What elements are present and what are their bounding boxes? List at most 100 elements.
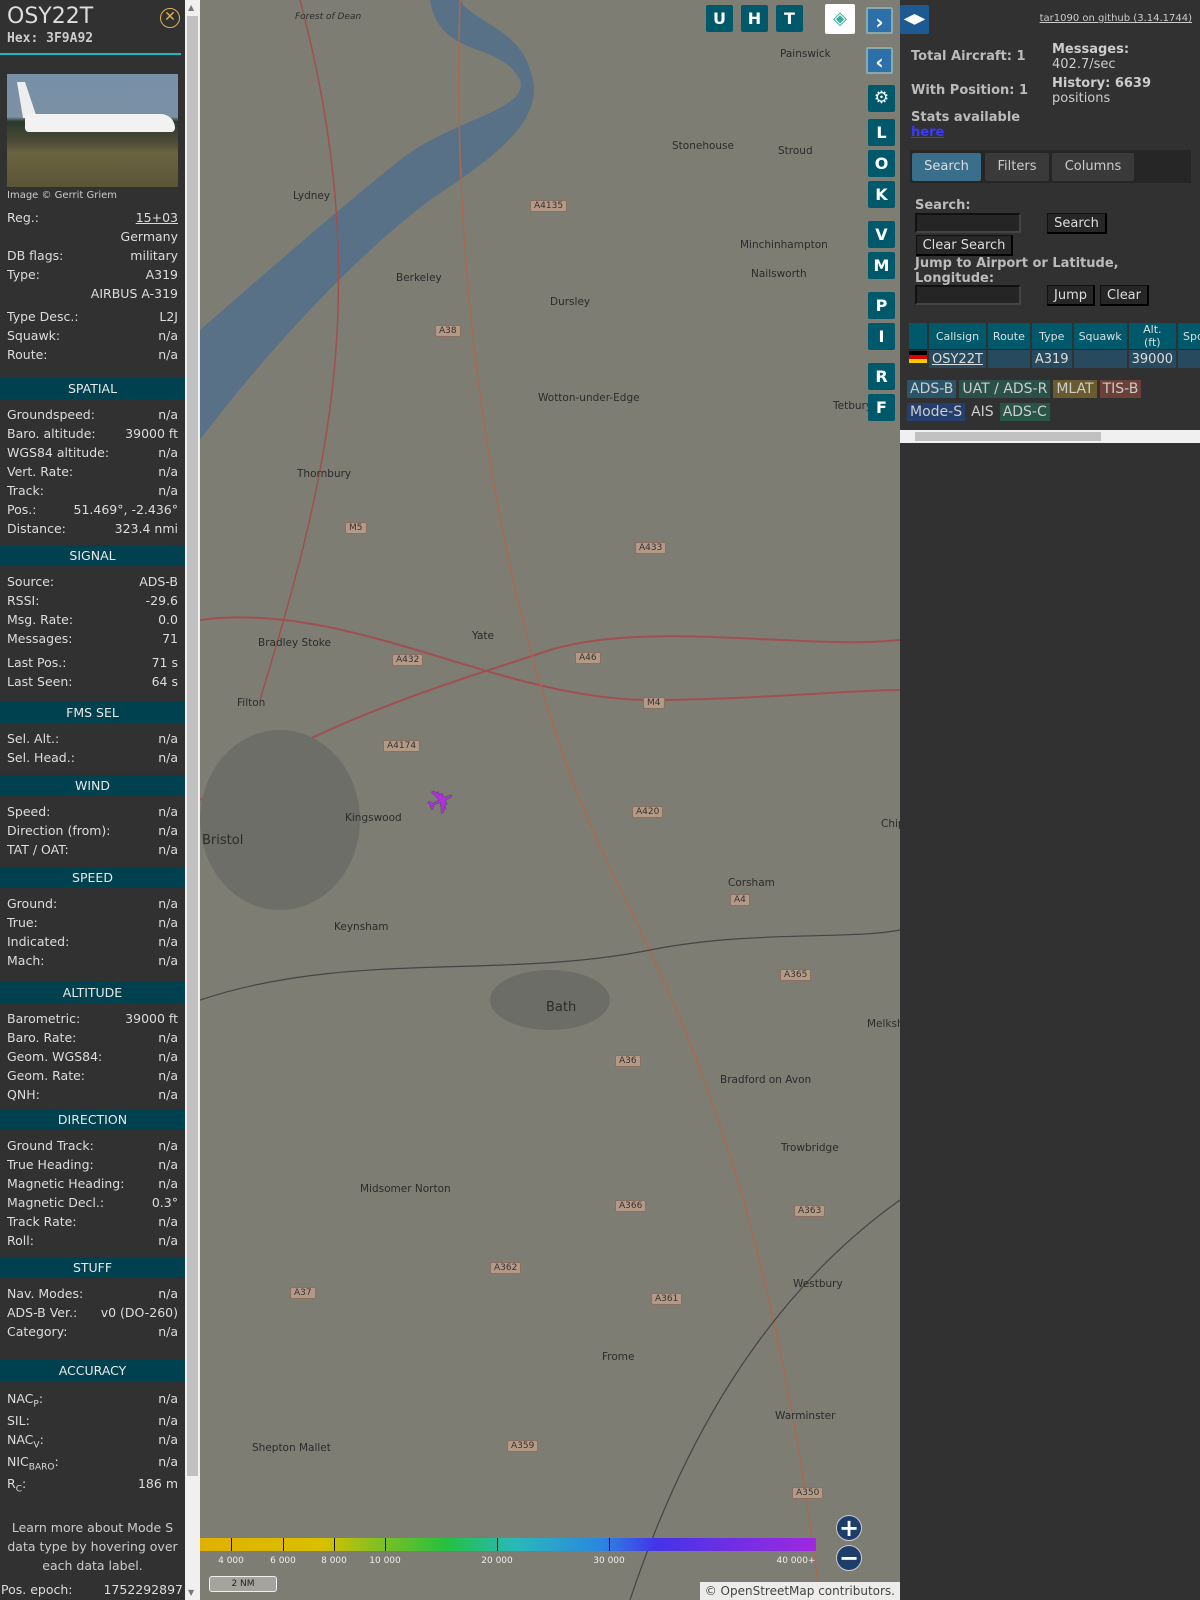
data-row: QNH: n/a	[7, 1087, 178, 1102]
toggle-sidebar-button[interactable]: ◀▶	[900, 5, 929, 34]
map-label-town: Corsham	[728, 877, 775, 889]
osm-link[interactable]: OpenStreetMap	[721, 1584, 815, 1598]
search-input[interactable]	[915, 213, 1021, 233]
source-badge-tis-b: TIS-B	[1099, 380, 1142, 398]
section-rows: Sel. Alt.: n/a Sel. Head.: n/a	[7, 729, 178, 767]
data-row: Sel. Head.: n/a	[7, 750, 178, 765]
map-button-f[interactable]: F	[868, 394, 895, 421]
data-row: TAT / OAT: n/a	[7, 842, 178, 857]
scale-line: 2 NM	[209, 1576, 277, 1592]
clear-search-button[interactable]: Clear Search	[916, 235, 1013, 256]
map-label-road: M5	[345, 522, 367, 534]
accuracy-rows: NACP: n/a SIL: n/a NACV: n/a NICBARO: n/a RC…	[7, 1391, 178, 1495]
map-button-l[interactable]: L	[868, 119, 895, 146]
section-header-accuracy: ACCURACY	[0, 1360, 185, 1381]
column-route[interactable]: Route	[987, 323, 1030, 350]
source-badge-ads-b: ADS-B	[907, 380, 957, 398]
map-button-h[interactable]: H	[741, 5, 768, 32]
tab-filters[interactable]: Filters	[985, 153, 1049, 181]
stats-available: Stats available	[911, 110, 1021, 125]
map-label-road: A46	[575, 652, 601, 664]
expand-sidebar-button[interactable]: ›	[866, 7, 893, 34]
section-rows: Ground Track: n/a True Heading: n/a Magnetic…	[7, 1136, 178, 1250]
tab-search[interactable]: Search	[912, 153, 981, 181]
source-badge-mlat: MLAT	[1053, 380, 1097, 398]
map-label-town: Tetbury	[833, 400, 873, 412]
map-button-t[interactable]: T	[776, 5, 803, 32]
zoom-out-button[interactable]: −	[836, 1545, 862, 1571]
layers-icon[interactable]: ◈	[825, 4, 855, 34]
section-rows: Barometric: 39000 ft Baro. Rate: n/a Geom. W…	[7, 1009, 178, 1104]
map[interactable]: Forest of Dean Painswick Stonehouse Stroud L…	[200, 0, 900, 1600]
data-row: WGS84 altitude: n/a	[7, 445, 178, 460]
map-button-i[interactable]: I	[868, 323, 895, 350]
close-icon[interactable]: ✕	[160, 8, 180, 28]
jump-button[interactable]: Jump	[1047, 285, 1095, 306]
github-link[interactable]: tar1090 on github (3.14.1744)	[1040, 13, 1192, 24]
map-label-road: A37	[290, 1287, 316, 1299]
search-button[interactable]: Search	[1047, 213, 1107, 234]
map-label-town: Bath	[546, 1000, 577, 1015]
jump-input[interactable]	[915, 285, 1021, 305]
stats-link[interactable]: here	[911, 125, 944, 140]
table-row[interactable]: OSY22T A319 39000	[909, 350, 1200, 368]
settings-gear-icon[interactable]: ⚙	[868, 85, 895, 112]
collapse-sidebar-button[interactable]: ‹	[866, 47, 893, 74]
source-badge-mode-s: Mode-S	[907, 403, 966, 421]
aircraft-callsign: OSY22T	[7, 4, 94, 29]
data-row: Category: n/a	[7, 1324, 178, 1339]
data-row: Vert. Rate: n/a	[7, 464, 178, 479]
data-row: Track: n/a	[7, 483, 178, 498]
aircraft-photo[interactable]	[7, 74, 178, 187]
altitude-color-legend	[200, 1538, 816, 1551]
altitude-tick-label: 8 000	[321, 1556, 347, 1566]
map-button-r[interactable]: R	[868, 363, 895, 390]
data-row: Last Seen: 64 s	[7, 674, 178, 689]
map-button-o[interactable]: O	[868, 150, 895, 177]
right-panel: ◀▶ tar1090 on github (3.14.1744) Total A…	[900, 0, 1200, 1600]
aircraft-table: Callsign Route Type Squawk Alt. (ft) Spd…	[907, 323, 1200, 368]
map-label-road: A366	[615, 1200, 647, 1212]
section-header-spatial: SPATIAL	[0, 378, 185, 399]
source-legend: ADS-B UAT / ADS-R MLAT TIS-B	[907, 380, 1144, 398]
table-horizontal-scrollbar[interactable]	[900, 430, 1200, 443]
section-rows: Ground: n/a True: n/a Indicated: n/a Mach: n/a	[7, 894, 178, 970]
map-button-p[interactable]: P	[868, 292, 895, 319]
map-button-k[interactable]: K	[868, 181, 895, 208]
column-type[interactable]: Type	[1031, 323, 1072, 350]
map-label-town: Wotton-under-Edge	[538, 392, 640, 404]
map-label-town: Stonehouse	[672, 140, 734, 152]
data-row: Sel. Alt.: n/a	[7, 731, 178, 746]
map-label-town: Forest of Dean	[295, 12, 362, 22]
nicbaro-label: NICBARO:	[7, 1454, 59, 1473]
nacv-label: NACV:	[7, 1432, 44, 1451]
data-row: Mach: n/a	[7, 953, 178, 968]
map-label-road: A36	[615, 1055, 641, 1067]
altitude-tick-label: 20 000	[481, 1556, 513, 1566]
source-badge-ads-c: ADS-C	[999, 403, 1050, 421]
altitude-tick	[609, 1538, 610, 1551]
column-altitude[interactable]: Alt. (ft)	[1128, 323, 1176, 350]
column-callsign[interactable]: Callsign	[929, 323, 986, 350]
map-label-town: Thornbury	[297, 468, 352, 480]
clear-jump-button[interactable]: Clear	[1100, 285, 1149, 306]
map-label-town: Lydney	[293, 190, 331, 202]
map-button-v[interactable]: V	[868, 221, 895, 248]
data-row: True Heading: n/a	[7, 1157, 178, 1172]
data-row: Source: ADS-B	[7, 574, 178, 589]
info-row: Route: n/a	[7, 347, 178, 362]
data-row: Ground: n/a	[7, 896, 178, 911]
map-button-m[interactable]: M	[868, 252, 895, 279]
with-position: With Position: 1	[911, 83, 1029, 98]
tab-columns[interactable]: Columns	[1052, 153, 1134, 181]
data-row: Barometric: 39000 ft	[7, 1011, 178, 1026]
data-row: Geom. WGS84: n/a	[7, 1049, 178, 1064]
left-panel-scrollbar[interactable]: ▲ ▼	[185, 0, 200, 1600]
zoom-in-button[interactable]: +	[836, 1515, 862, 1541]
data-row: Msg. Rate: 0.0	[7, 612, 178, 627]
column-squawk[interactable]: Squawk	[1073, 323, 1127, 350]
map-label-road: A361	[651, 1293, 683, 1305]
aircraft-info-panel: OSY22T Hex: 3F9A92 ✕ Image © Gerrit Grie…	[0, 0, 185, 1600]
column-speed[interactable]: Spd.	[1177, 323, 1200, 350]
map-button-u[interactable]: U	[706, 5, 733, 32]
